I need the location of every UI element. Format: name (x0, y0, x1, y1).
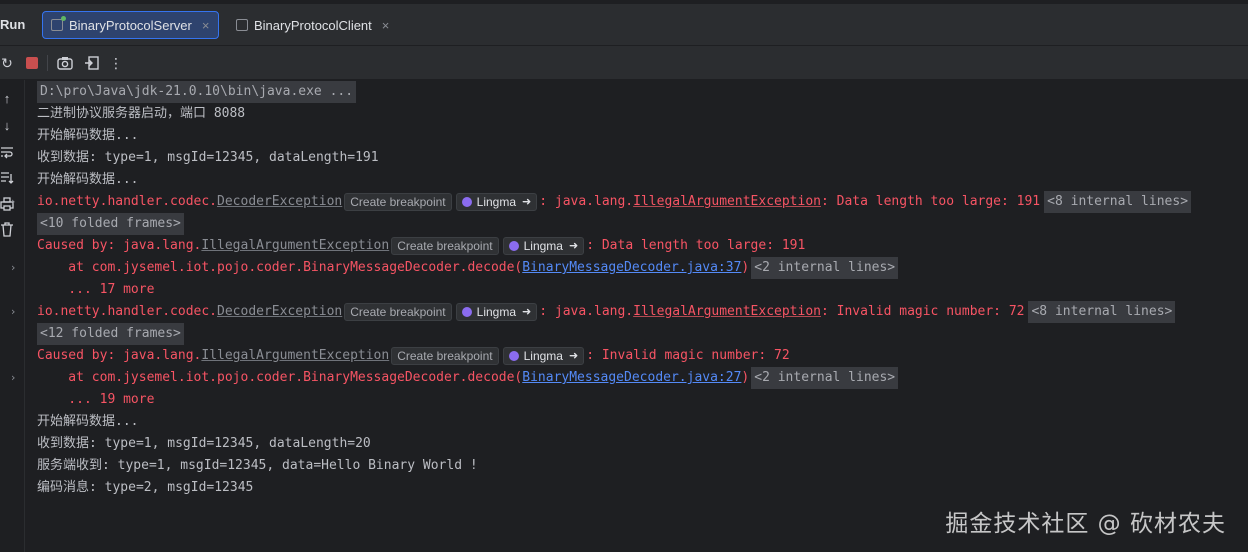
lingma-label: Lingma (523, 239, 563, 253)
console-line: 编码消息: type=2, msgId=12345 (37, 480, 254, 495)
source-file-link[interactable]: BinaryMessageDecoder.java:37 (522, 257, 741, 279)
console-line: 开始解码数据... (37, 128, 139, 143)
expand-arrow-icon[interactable]: › (11, 301, 21, 323)
lingma-icon (461, 197, 472, 207)
stack-frame-line: › at com.jysemel.iot.pojo.coder.BinaryMe… (11, 257, 899, 279)
soft-wrap-icon[interactable] (0, 144, 14, 160)
close-icon[interactable]: × (382, 18, 390, 33)
lingma-icon (508, 351, 519, 361)
run-config-icon (236, 19, 248, 31)
create-breakpoint-chip[interactable]: Create breakpoint (391, 347, 499, 365)
console-line: 收到数据: type=1, msgId=12345, dataLength=20 (37, 436, 371, 451)
console-line: 开始解码数据... (37, 172, 139, 187)
exception-line: › io.netty.handler.codec. DecoderExceptio… (11, 301, 1176, 323)
exception-package: io.netty.handler.codec. (37, 194, 218, 209)
expand-arrow-icon[interactable]: › (11, 257, 21, 279)
exception-package: io.netty.handler.codec. (37, 304, 218, 319)
lingma-label: Lingma (476, 195, 516, 209)
stack-frame-line: › at com.jysemel.iot.pojo.coder.BinaryMe… (11, 367, 899, 389)
more-frames-line: ... 19 more (37, 392, 155, 407)
source-file-link[interactable]: BinaryMessageDecoder.java:27 (522, 367, 741, 389)
toolbar-divider (47, 55, 48, 71)
trash-icon[interactable] (0, 221, 14, 237)
exit-icon[interactable] (83, 54, 101, 72)
down-arrow-icon[interactable]: ↓ (0, 117, 14, 133)
stop-button[interactable] (23, 54, 41, 72)
exception-message: : Invalid magic number: 72 (820, 304, 1025, 319)
caused-by-text: Caused by: java.lang. (37, 348, 202, 363)
stack-frame-text: ) (741, 370, 750, 385)
run-toolbar: ↻ ⋮ (0, 46, 1248, 80)
exception-class-link[interactable]: IllegalArgumentException (633, 301, 821, 323)
internal-lines-fold[interactable]: <2 internal lines> (751, 367, 899, 389)
run-tool-window-header: Run BinaryProtocolServer × BinaryProtoco… (0, 0, 1248, 46)
more-options-icon[interactable]: ⋮ (107, 54, 125, 72)
lingma-chip[interactable]: Lingma ➜ (502, 347, 585, 365)
exception-class-link[interactable]: IllegalArgumentException (201, 235, 389, 257)
exception-class-link[interactable]: DecoderException (217, 191, 342, 213)
folded-frames[interactable]: <12 folded frames> (37, 323, 184, 345)
camera-icon[interactable] (56, 54, 74, 72)
expand-arrow-icon[interactable]: › (11, 367, 21, 389)
caused-by-line: Caused by: java.lang. IllegalArgumentExce… (37, 345, 790, 367)
internal-lines-fold[interactable]: <2 internal lines> (751, 257, 899, 279)
run-config-icon (51, 16, 66, 31)
console-line: 收到数据: type=1, msgId=12345, dataLength=19… (37, 150, 379, 165)
caused-by-text: Caused by: java.lang. (37, 238, 202, 253)
console-line: D:\pro\Java\jdk-21.0.10\bin\java.exe ... (37, 81, 357, 103)
stack-frame-text: at com.jysemel.iot.pojo.coder.BinaryMess… (37, 370, 523, 385)
create-breakpoint-chip[interactable]: Create breakpoint (391, 237, 499, 255)
lingma-icon (508, 241, 519, 251)
lingma-label: Lingma (476, 305, 516, 319)
tab-label: BinaryProtocolServer (69, 17, 192, 33)
exception-message: : java.lang. (539, 194, 634, 209)
arrow-right-icon: ➜ (568, 240, 579, 252)
exception-class-link[interactable]: IllegalArgumentException (201, 345, 389, 367)
exception-class-link[interactable]: IllegalArgumentException (633, 191, 821, 213)
console-line: 开始解码数据... (37, 414, 139, 429)
stop-icon (26, 57, 38, 69)
caused-by-line: Caused by: java.lang. IllegalArgumentExce… (37, 235, 805, 257)
arrow-right-icon: ➜ (522, 196, 532, 208)
exception-message: : java.lang. (539, 304, 634, 319)
exception-message: : Data length too large: 191 (586, 238, 806, 253)
lingma-chip[interactable]: Lingma ➜ (455, 193, 538, 211)
tab-binary-protocol-client[interactable]: BinaryProtocolClient × (228, 11, 398, 39)
top-border (0, 0, 1248, 4)
console-line: <10 folded frames> (37, 213, 184, 235)
command-line[interactable]: D:\pro\Java\jdk-21.0.10\bin\java.exe ... (37, 81, 357, 103)
internal-lines-fold[interactable]: <8 internal lines> (1028, 301, 1176, 323)
exception-message: : Invalid magic number: 72 (586, 348, 790, 363)
stack-frame-text: at com.jysemel.iot.pojo.coder.BinaryMess… (37, 260, 523, 275)
rerun-icon[interactable]: ↻ (0, 54, 16, 72)
create-breakpoint-chip[interactable]: Create breakpoint (344, 303, 452, 321)
exception-message: : Data length too large: 191 (820, 194, 1041, 209)
expand-arrow-icon[interactable]: › (11, 191, 21, 213)
create-breakpoint-chip[interactable]: Create breakpoint (344, 193, 452, 211)
lingma-chip[interactable]: Lingma ➜ (455, 303, 538, 321)
arrow-right-icon: ➜ (568, 350, 579, 362)
up-arrow-icon[interactable]: ↑ (0, 90, 14, 106)
arrow-right-icon: ➜ (522, 306, 532, 318)
exception-class-link[interactable]: DecoderException (217, 301, 342, 323)
run-title: Run (0, 17, 26, 32)
exception-line: › io.netty.handler.codec. DecoderExceptio… (11, 191, 1192, 213)
stack-frame-text: ) (741, 260, 750, 275)
lingma-chip[interactable]: Lingma ➜ (502, 237, 585, 255)
lingma-label: Lingma (523, 349, 563, 363)
console-line: 服务端收到: type=1, msgId=12345, data=Hello B… (37, 458, 478, 473)
console-line: <12 folded frames> (37, 323, 184, 345)
tab-label: BinaryProtocolClient (254, 17, 372, 33)
console-line: 二进制协议服务器启动，端口 8088 (37, 106, 246, 121)
lingma-icon (461, 307, 472, 317)
scroll-to-end-icon[interactable] (0, 170, 14, 186)
console-output[interactable]: D:\pro\Java\jdk-21.0.10\bin\java.exe ...… (11, 80, 1248, 552)
folded-frames[interactable]: <10 folded frames> (37, 213, 184, 235)
internal-lines-fold[interactable]: <8 internal lines> (1044, 191, 1192, 213)
close-icon[interactable]: × (202, 18, 210, 33)
tab-binary-protocol-server[interactable]: BinaryProtocolServer × (42, 11, 219, 39)
watermark: 掘金技术社区 @ 砍材农夫 (945, 511, 1226, 537)
more-frames-line: ... 17 more (37, 282, 155, 297)
